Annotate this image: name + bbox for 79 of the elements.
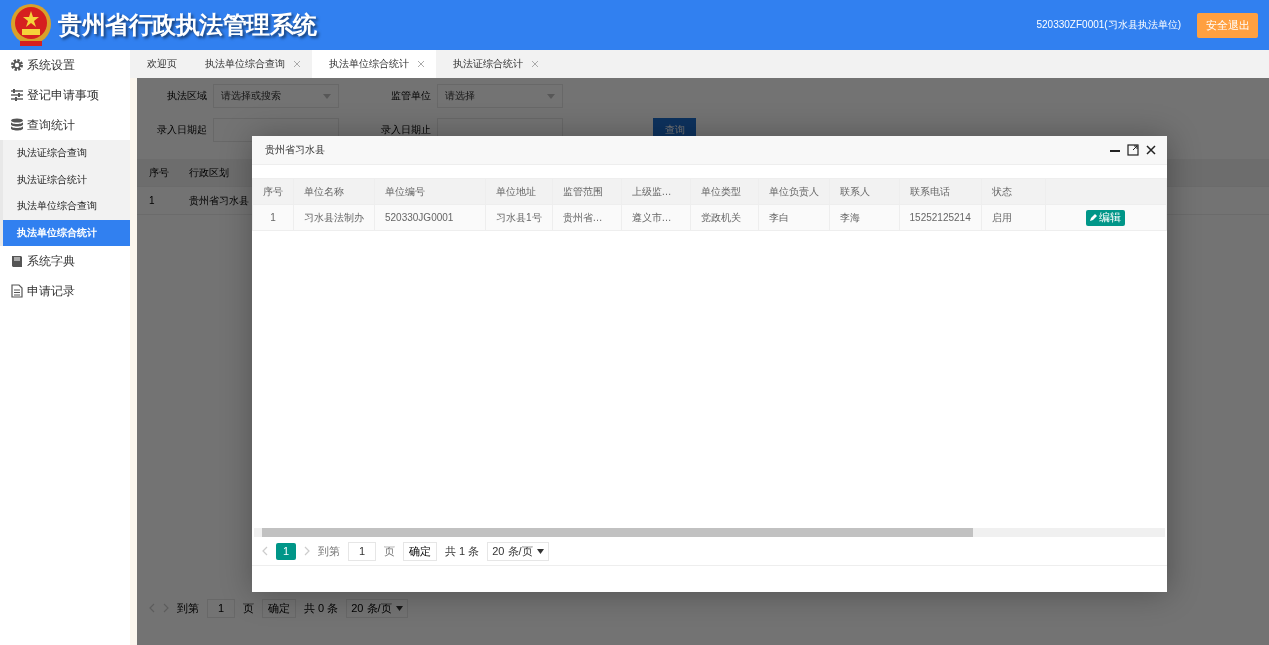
sidebar-item[interactable]: 申请记录 <box>0 276 130 306</box>
column-header: 序号 <box>252 178 294 205</box>
table-cell: 习水县法制办 <box>293 204 375 231</box>
submenu-item[interactable]: 执法证综合查询 <box>3 140 130 167</box>
column-header: 单位类型 <box>690 178 759 205</box>
column-header: 联系人 <box>829 178 900 205</box>
tab[interactable]: 执法单位综合统计 <box>312 50 436 78</box>
column-header: 单位编号 <box>374 178 486 205</box>
close-icon <box>293 60 301 68</box>
field-label: 执法区域 <box>166 89 207 103</box>
dialog-title: 贵州省习水县 <box>265 143 325 157</box>
table-cell: 遵义市… <box>621 204 691 231</box>
tab[interactable]: 执法单位综合查询 <box>188 50 312 78</box>
table-cell: 李海 <box>829 204 900 231</box>
field-label: 录入日期起 <box>156 123 207 137</box>
confirm-button[interactable]: 确定 <box>262 598 296 618</box>
pager-label: 页 <box>384 543 395 559</box>
column-header: 联系电话 <box>899 178 982 205</box>
tab[interactable]: 执法证综合统计 <box>436 50 550 78</box>
page-size-select[interactable]: 20 条/页 <box>346 598 409 618</box>
table-cell: 1 <box>252 204 294 231</box>
submenu-item[interactable]: 执法单位综合查询 <box>3 193 130 220</box>
table-cell: 党政机关 <box>690 204 759 231</box>
column-header: 监管范围 <box>552 178 622 205</box>
page-input[interactable]: 1 <box>348 541 376 561</box>
caret-icon <box>537 548 545 554</box>
column-header: 单位地址 <box>485 178 553 205</box>
sidebar-item[interactable]: 系统字典 <box>0 246 130 276</box>
field-label: 监管单位 <box>390 89 431 103</box>
pager-label: 到第 <box>177 600 199 616</box>
confirm-button[interactable]: 确定 <box>403 541 437 561</box>
user-label: 520330ZF0001(习水县执法单位) <box>1036 18 1181 32</box>
pager-label: 页 <box>243 600 254 616</box>
book-icon <box>10 254 24 268</box>
sidebar-item[interactable]: 登记申请事项 <box>0 80 130 110</box>
chevron-right-icon <box>304 546 310 556</box>
column-header: 状态 <box>981 178 1046 205</box>
select-field[interactable]: 请选择或搜索 <box>213 84 339 108</box>
sidebar-item[interactable]: 查询统计 <box>0 110 130 140</box>
field-label: 录入日期止 <box>380 123 431 137</box>
pencil-icon <box>1090 214 1098 221</box>
total-count: 共 0 条 <box>304 600 339 616</box>
caret-icon <box>547 93 555 99</box>
chevron-left-icon <box>262 546 268 556</box>
table-cell-text: 贵州省习水县 <box>188 193 249 208</box>
submenu-item[interactable]: 执法证综合统计 <box>3 166 130 193</box>
document-icon <box>10 284 24 298</box>
gear-icon <box>10 58 24 72</box>
page-size-select[interactable]: 20 条/页 <box>487 541 550 561</box>
close-icon <box>531 60 539 68</box>
tab[interactable]: 欢迎页 <box>130 50 188 78</box>
table-cell-text: 1 <box>148 195 156 206</box>
column-header: 序号 <box>148 165 170 180</box>
table-cell: 15252125214 <box>899 204 982 231</box>
page-button[interactable]: 1 <box>276 542 296 560</box>
caret-icon <box>323 93 331 99</box>
sidebar-item[interactable]: 系统设置 <box>0 50 130 80</box>
emblem-icon <box>8 2 54 48</box>
close-icon <box>1145 144 1157 156</box>
column-header: 单位名称 <box>293 178 375 205</box>
pager-label: 到第 <box>318 543 340 559</box>
edit-button[interactable]: 编辑 <box>1086 209 1126 226</box>
column-header: 行政区划 <box>188 165 229 180</box>
caret-icon <box>396 605 404 611</box>
column-header: 单位负责人 <box>758 178 830 205</box>
total-count: 共 1 条 <box>445 543 480 559</box>
maximize-icon <box>1127 144 1139 156</box>
sliders-icon <box>10 88 24 102</box>
close-icon <box>417 60 425 68</box>
app-title: 贵州省行政执法管理系统 <box>58 10 317 40</box>
submenu-item[interactable]: 执法单位综合统计 <box>3 219 130 246</box>
select-field[interactable]: 请选择 <box>437 84 563 108</box>
column-header: 上级监… <box>621 178 691 205</box>
table-cell: 李白 <box>758 204 830 231</box>
table-cell: 贵州省… <box>552 204 622 231</box>
page-input[interactable]: 1 <box>207 598 235 618</box>
table-cell: 520330JG0001 <box>374 204 486 231</box>
database-icon <box>10 118 24 132</box>
horizontal-scrollbar[interactable] <box>254 528 1165 537</box>
